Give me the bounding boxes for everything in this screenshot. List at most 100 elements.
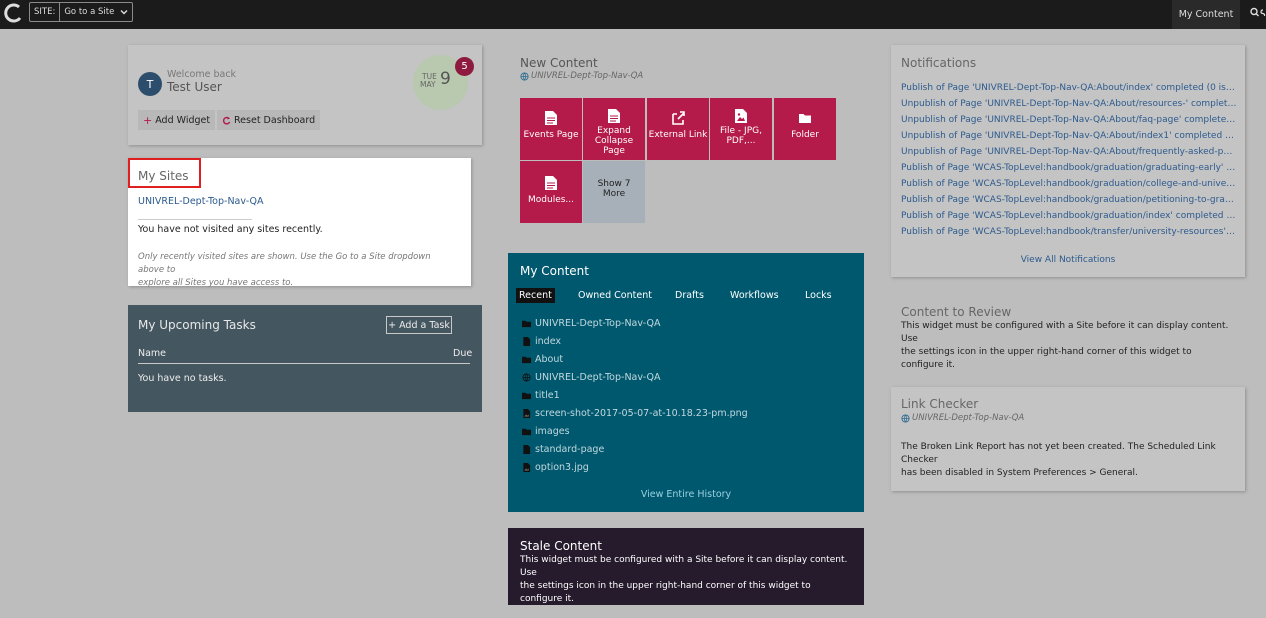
link-checker-title: Link Checker [901,397,979,411]
my-sites-empty-message: You have not visited any sites recently. [138,224,323,235]
document-icon [523,337,531,346]
external-link-icon [672,111,685,125]
user-name: Test User [167,80,222,94]
top-bar: SITE: Go to a Site My Content [0,0,1266,29]
globe-icon [520,71,529,81]
divider [138,219,252,220]
list-item[interactable]: About [522,354,563,365]
message-line: This widget must be configured with a Si… [520,555,848,578]
link-checker-site-label: UNIVREL-Dept-Top-Nav-QA [912,413,1025,423]
list-item[interactable]: images [522,426,570,437]
new-content-title: New Content [520,56,598,70]
plus-icon: + [143,113,153,127]
content-review-message: This widget must be configured with a Si… [901,320,1236,372]
message-line: has been disabled in System Preferences … [901,468,1138,478]
site-select-value: Go to a Site [64,7,115,17]
show-more-button[interactable]: Show 7 More [583,161,645,223]
message-line: This widget must be configured with a Si… [901,321,1229,344]
search-icon[interactable] [1249,6,1266,20]
tile-modules[interactable]: Modules... [520,161,582,223]
tab-owned-content[interactable]: Owned Content [578,290,652,301]
reset-dashboard-label: Reset Dashboard [234,114,316,126]
notification-item[interactable]: Unpublish of Page 'UNIVREL-Dept-Top-Nav-… [901,115,1237,125]
message-line: The Broken Link Report has not yet been … [901,442,1216,465]
stale-content-widget: Stale Content This widget must be config… [508,528,864,605]
notification-item[interactable]: Publish of Page 'WCAS-TopLevel:handbook/… [901,227,1237,237]
my-content-link[interactable]: My Content [1172,0,1240,29]
view-all-notifications-link[interactable]: View All Notifications [891,255,1245,265]
list-item[interactable]: screen-shot-2017-05-07-at-10.18.23-pm.pn… [522,408,748,419]
list-item-label: option3.jpg [535,462,589,473]
tile-file[interactable]: File - JPG, PDF,... [710,98,772,160]
tile-label: External Link [648,130,708,140]
refresh-icon [222,116,231,125]
tile-events-page[interactable]: Events Page [520,98,582,160]
tile-label: Events Page [523,130,579,140]
notification-item[interactable]: Publish of Page 'WCAS-TopLevel:handbook/… [901,195,1237,205]
new-content-site: UNIVREL-Dept-Top-Nav-QA [520,71,643,81]
file-image-icon [735,109,747,123]
notification-count-badge[interactable]: 5 [455,57,474,76]
notification-item[interactable]: Publish of Page 'WCAS-TopLevel:handbook/… [901,163,1237,173]
notification-item[interactable]: Unpublish of Page 'UNIVREL-Dept-Top-Nav-… [901,147,1237,157]
stale-content-message: This widget must be configured with a Si… [520,554,855,606]
tasks-empty-message: You have no tasks. [138,373,227,384]
list-item[interactable]: UNIVREL-Dept-Top-Nav-QA [522,372,661,383]
reset-dashboard-button[interactable]: Reset Dashboard [217,110,321,130]
notification-item[interactable]: Publish of Page 'UNIVREL-Dept-Top-Nav-QA… [901,83,1237,93]
link-checker-widget: Link Checker UNIVREL-Dept-Top-Nav-QA The… [891,387,1245,491]
notification-item[interactable]: Unpublish of Page 'UNIVREL-Dept-Top-Nav-… [901,99,1237,109]
tab-drafts[interactable]: Drafts [675,290,704,301]
tile-label: File - JPG, PDF,... [720,126,762,146]
divider [138,363,470,364]
tab-locks[interactable]: Locks [805,290,832,301]
tile-folder[interactable]: Folder [774,98,836,160]
date-month: MAY [420,80,436,89]
view-entire-history-link[interactable]: View Entire History [508,489,864,500]
folder-icon [522,320,531,328]
list-item-label: UNIVREL-Dept-Top-Nav-QA [535,318,661,329]
list-item-label: About [535,354,564,365]
notifications-widget: Notifications Publish of Page 'UNIVREL-D… [891,45,1245,277]
list-item-label: standard-page [535,444,605,455]
my-sites-widget: My Sites UNIVREL-Dept-Top-Nav-QA You hav… [128,158,471,288]
new-content-site-label: UNIVREL-Dept-Top-Nav-QA [531,71,644,81]
tasks-column-name[interactable]: Name [138,348,166,359]
list-item[interactable]: UNIVREL-Dept-Top-Nav-QA [522,318,661,329]
my-sites-note-line: Only recently visited sites are shown. U… [138,252,431,275]
tab-workflows[interactable]: Workflows [730,290,779,301]
message-line: the settings icon in the upper right-han… [901,347,1192,370]
tile-label: Modules... [528,195,574,205]
notification-item[interactable]: Publish of Page 'WCAS-TopLevel:handbook/… [901,179,1237,189]
notification-item[interactable]: Unpublish of Page 'UNIVREL-Dept-Top-Nav-… [901,131,1237,141]
tab-recent[interactable]: Recent [516,288,555,303]
highlight-box [128,158,201,188]
notification-item[interactable]: Publish of Page 'WCAS-TopLevel:handbook/… [901,211,1237,221]
document-icon [545,176,557,190]
tile-external-link[interactable]: External Link [647,98,709,160]
globe-icon [522,373,531,382]
folder-icon [799,114,811,123]
add-task-label: Add a Task [399,319,450,331]
site-select-dropdown[interactable]: SITE: Go to a Site [29,2,133,22]
my-content-widget: My Content Recent Owned Content Drafts W… [508,253,864,512]
app-logo-icon[interactable] [3,2,25,24]
folder-icon [522,428,531,436]
list-item[interactable]: standard-page [522,444,604,455]
my-content-title: My Content [520,264,589,278]
link-checker-site: UNIVREL-Dept-Top-Nav-QA [901,413,1024,423]
plus-icon: + [388,319,397,331]
my-sites-note: Only recently visited sites are shown. U… [138,251,453,290]
date-day: 9 [440,69,451,89]
tasks-column-due[interactable]: Due [453,348,472,359]
content-review-title: Content to Review [901,305,1012,319]
my-sites-site-link[interactable]: UNIVREL-Dept-Top-Nav-QA [138,196,264,207]
add-task-button[interactable]: + Add a Task [386,316,452,334]
list-item[interactable]: title1 [522,390,560,401]
tile-expand-collapse-page[interactable]: Expand Collapse Page [583,98,645,160]
list-item[interactable]: option3.jpg [522,462,589,473]
chevron-down-icon [120,10,128,15]
upcoming-tasks-widget: My Upcoming Tasks + Add a Task Name Due … [128,305,482,412]
add-widget-button[interactable]: + Add Widget [138,110,216,130]
list-item[interactable]: index [522,336,561,347]
